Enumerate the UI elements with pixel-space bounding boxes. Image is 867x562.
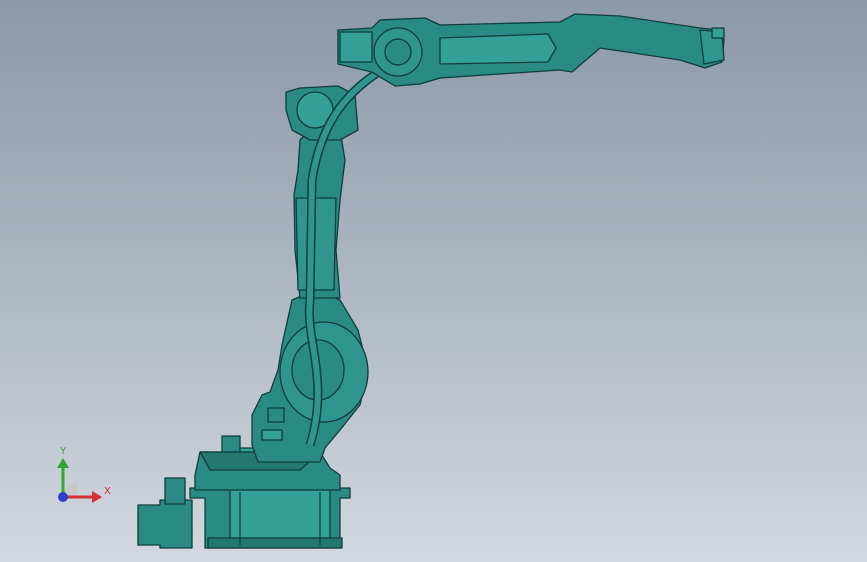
robot-upper-arm[interactable] bbox=[285, 85, 359, 299]
coordinate-triad: Y X bbox=[40, 436, 120, 516]
y-axis-label: Y bbox=[59, 446, 67, 457]
x-axis-label: X bbox=[104, 486, 111, 497]
robot-forearm[interactable] bbox=[337, 13, 725, 87]
graphics-viewport[interactable]: Y X bbox=[0, 0, 867, 562]
z-axis-dot bbox=[58, 492, 68, 502]
x-axis-arrow bbox=[92, 491, 102, 503]
y-axis-arrow bbox=[57, 458, 69, 468]
triad-graphic: Y X bbox=[57, 446, 111, 503]
robot-arm-model[interactable] bbox=[0, 0, 867, 562]
